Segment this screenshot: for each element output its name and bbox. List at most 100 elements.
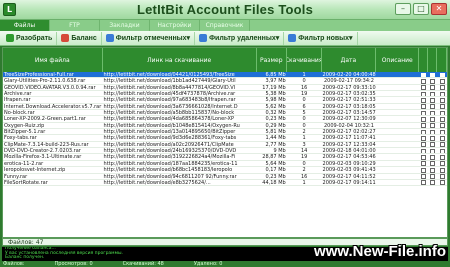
row-checkbox[interactable] <box>439 104 445 110</box>
column-header[interactable]: Размер <box>257 48 287 72</box>
table-cell: 14 <box>300 148 308 154</box>
row-checkbox[interactable] <box>421 72 427 78</box>
minimize-button[interactable]: – <box>395 3 411 15</box>
table-cell: 1 <box>302 179 306 186</box>
row-checkbox[interactable] <box>439 161 445 167</box>
row-checkbox[interactable] <box>430 148 436 154</box>
column-header[interactable]: Имя файла <box>3 48 103 72</box>
table-cell: 2009-02-03 09:10:29 <box>322 160 376 167</box>
table-cell: 2,77 Mb <box>265 141 286 148</box>
table-cell: 9 Mb <box>273 148 286 154</box>
files-count-value: 47 <box>35 239 44 246</box>
row-checkbox[interactable] <box>421 116 427 122</box>
table-cell: 1 <box>302 135 306 141</box>
row-checkbox[interactable] <box>421 148 427 154</box>
tab-ftp[interactable]: FTP <box>50 20 100 31</box>
maximize-button[interactable]: □ <box>413 3 429 15</box>
table-cell: 0,32 Mb <box>265 110 286 116</box>
row-checkbox[interactable] <box>430 180 436 186</box>
row-checkbox[interactable] <box>439 154 445 160</box>
row-checkbox[interactable] <box>439 85 445 91</box>
close-button[interactable]: ✕ <box>431 3 447 15</box>
row-checkbox[interactable] <box>430 85 436 91</box>
row-checkbox[interactable] <box>430 174 436 179</box>
row-checkbox-cell <box>428 85 437 91</box>
row-checkbox[interactable] <box>439 129 445 135</box>
row-checkbox[interactable] <box>439 180 445 186</box>
row-checkbox[interactable] <box>439 123 445 129</box>
row-checkbox[interactable] <box>421 167 427 173</box>
row-checkbox[interactable] <box>439 110 445 116</box>
row-checkbox[interactable] <box>439 97 445 103</box>
row-checkbox[interactable] <box>430 72 436 78</box>
row-checkbox[interactable] <box>439 167 445 173</box>
row-checkbox[interactable] <box>430 104 436 110</box>
row-checkbox[interactable] <box>421 110 427 116</box>
column-header[interactable] <box>419 48 429 72</box>
parse-button[interactable]: Разобрать <box>2 31 58 45</box>
row-checkbox[interactable] <box>421 161 427 167</box>
window-controls: – □ ✕ <box>395 3 447 15</box>
table-body: TreeSizeProfessional-Full.rar http://leti… <box>3 72 447 187</box>
row-checkbox[interactable] <box>430 161 436 167</box>
row-checkbox[interactable] <box>421 135 427 141</box>
table-cell: Ieropolosvet-Internet.zip <box>4 167 66 173</box>
row-checkbox-cell <box>419 174 428 179</box>
row-checkbox[interactable] <box>430 167 436 173</box>
column-header[interactable]: Описание <box>376 48 420 72</box>
row-checkbox-cell <box>419 154 428 160</box>
row-checkbox-cell <box>419 104 428 110</box>
row-checkbox[interactable] <box>430 135 436 141</box>
table-cell: 2009-02-17 09:34:2 <box>323 78 374 84</box>
row-checkbox[interactable] <box>421 129 427 135</box>
tab-reference[interactable]: Справочник <box>200 20 250 31</box>
row-checkbox[interactable] <box>439 91 445 97</box>
column-header[interactable]: Скачивания <box>287 48 322 72</box>
row-checkbox[interactable] <box>430 116 436 122</box>
column-header[interactable] <box>428 48 438 72</box>
column-header[interactable]: Линк на скачивание <box>103 48 257 72</box>
row-checkbox-cell <box>428 97 437 103</box>
row-checkbox[interactable] <box>421 154 427 160</box>
row-checkbox[interactable] <box>439 116 445 122</box>
row-checkbox[interactable] <box>439 174 445 179</box>
row-checkbox[interactable] <box>439 142 445 148</box>
table-cell: http://letitbit.net/download/94c6811207 … <box>103 173 237 179</box>
row-checkbox[interactable] <box>439 148 445 154</box>
row-checkbox[interactable] <box>439 72 445 78</box>
table-cell: 2009-02-17 09:14:11 <box>322 179 376 186</box>
tab-files[interactable]: Файлы <box>0 20 50 31</box>
row-checkbox[interactable] <box>421 123 427 129</box>
filter-icon <box>105 34 114 42</box>
row-checkbox[interactable] <box>421 91 427 97</box>
tab-settings[interactable]: Настройки <box>150 20 200 31</box>
row-checkbox[interactable] <box>421 142 427 148</box>
row-checkbox[interactable] <box>439 78 445 84</box>
status-bar: Файлов: Просмотров: 0 Скачиваний: 48 Уда… <box>0 261 450 267</box>
row-checkbox[interactable] <box>430 154 436 160</box>
table-cell: 1,44 Mb <box>265 135 286 141</box>
row-checkbox[interactable] <box>430 123 436 129</box>
row-checkbox[interactable] <box>421 78 427 84</box>
row-checkbox[interactable] <box>430 142 436 148</box>
row-checkbox[interactable] <box>430 91 436 97</box>
row-checkbox[interactable] <box>430 78 436 84</box>
table-cell: 16 <box>300 84 308 91</box>
filter-marked-button[interactable]: Фильтр отмеченных▾ <box>102 31 196 45</box>
row-checkbox[interactable] <box>430 97 436 103</box>
row-checkbox[interactable] <box>421 180 427 186</box>
row-checkbox[interactable] <box>421 104 427 110</box>
row-checkbox[interactable] <box>430 129 436 135</box>
row-checkbox[interactable] <box>421 174 427 179</box>
column-header[interactable]: Дата <box>322 48 377 72</box>
row-checkbox[interactable] <box>430 110 436 116</box>
filter-deleted-button[interactable]: Фильтр удаленных▾ <box>195 31 285 45</box>
balance-button[interactable]: Баланс <box>57 31 102 45</box>
filter-new-button[interactable]: Фильтр новых▾ <box>284 31 358 45</box>
table-row[interactable]: FileSortRotate.rar http://letitbit.net/do… <box>3 179 447 187</box>
row-checkbox[interactable] <box>439 135 445 141</box>
tab-bookmarks[interactable]: Закладки <box>100 20 150 31</box>
row-checkbox[interactable] <box>421 85 427 91</box>
column-header[interactable] <box>437 48 447 72</box>
row-checkbox[interactable] <box>421 97 427 103</box>
